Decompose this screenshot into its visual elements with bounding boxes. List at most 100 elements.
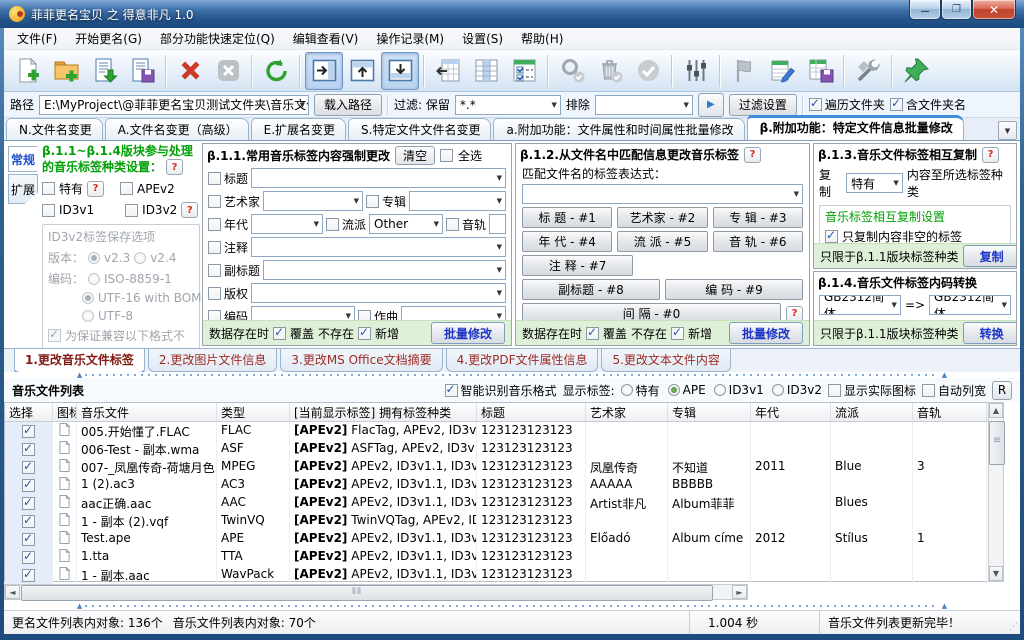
sub-tab-4[interactable]: 5.更改文本文件内容: [601, 349, 730, 372]
auto-column-width-checkbox[interactable]: [922, 384, 935, 397]
save-list-button[interactable]: [123, 52, 161, 90]
panel-bottom-button[interactable]: [381, 52, 419, 90]
column-header-2[interactable]: 音乐文件: [77, 403, 217, 421]
column-header-0[interactable]: 选择: [5, 403, 53, 421]
show-tag-特有-radio[interactable]: [621, 384, 633, 396]
main-tab-5[interactable]: β.附加功能：特定文件信息批量修改: [747, 115, 964, 140]
horizontal-scrollbar[interactable]: ◄ ►: [4, 584, 748, 600]
column-header-7[interactable]: 专辑: [668, 403, 751, 421]
b11-艺术家-combo[interactable]: [263, 191, 363, 211]
menu-item-3[interactable]: 编辑查看(V): [284, 27, 368, 50]
sliders-button[interactable]: [677, 52, 715, 90]
row-select-checkbox[interactable]: [22, 461, 35, 474]
panel-top-button[interactable]: [343, 52, 381, 90]
column-header-5[interactable]: 标题: [477, 403, 586, 421]
b11-batch-apply-button[interactable]: 批量修改: [431, 322, 505, 344]
apply-filter-button[interactable]: ▶: [698, 93, 724, 117]
main-tab-2[interactable]: E.扩展名变更: [251, 118, 346, 140]
table-row[interactable]: Test.apeAPE[APEv2] APEv2, ID3v1.1, ID3v2…: [5, 530, 1004, 548]
match-token-button[interactable]: 艺术家 - #2: [617, 207, 707, 228]
table-row[interactable]: 005.开始懂了.FLACFLAC[APEv2] FlacTag, APEv2,…: [5, 422, 1004, 440]
row-select-checkbox[interactable]: [22, 569, 35, 582]
table-row[interactable]: 007-_凤凰传奇-荷塘月色....MPEG[APEv2] APEv2, ID3…: [5, 458, 1004, 476]
help-icon[interactable]: [87, 181, 104, 197]
b11-流派-combo[interactable]: Other: [369, 214, 443, 234]
side-tab-extend[interactable]: 扩展: [8, 174, 38, 204]
pin-button[interactable]: [897, 52, 935, 90]
include-folder-name-checkbox[interactable]: [890, 98, 903, 111]
version-v23-radio[interactable]: [88, 252, 100, 264]
add-folder-button[interactable]: [47, 52, 85, 90]
b11-流派-checkbox[interactable]: [326, 218, 339, 231]
main-tab-0[interactable]: N.文件名变更: [6, 118, 103, 140]
tag-teyou-checkbox[interactable]: [42, 182, 55, 195]
expression-combo[interactable]: [522, 184, 803, 204]
encode-from-combo[interactable]: GB2312简体: [819, 295, 901, 315]
minimize-button[interactable]: [909, 0, 941, 20]
scroll-down-button[interactable]: ▼: [989, 566, 1003, 581]
compat-checkbox[interactable]: [48, 329, 61, 342]
match-token-button[interactable]: 专 辑 - #3: [713, 207, 803, 228]
check-circle-button[interactable]: [629, 52, 667, 90]
checklist-button[interactable]: [505, 52, 543, 90]
sub-tab-3[interactable]: 4.更改PDF文件属性信息: [446, 349, 599, 372]
tag-apev2-checkbox[interactable]: [120, 182, 133, 195]
main-tab-3[interactable]: S.特定文件文件名变更: [348, 118, 491, 140]
table-row[interactable]: 1 - 副本.aacWavPack[APEv2] APEv2, ID3v1.1,…: [5, 566, 1004, 584]
table-insert-button[interactable]: [429, 52, 467, 90]
b11-专辑-checkbox[interactable]: [366, 195, 379, 208]
trash-check-button[interactable]: [591, 52, 629, 90]
match-token-button[interactable]: 编 码 - #9: [665, 279, 803, 300]
main-tab-4[interactable]: a.附加功能：文件属性和时间属性批量修改: [493, 118, 744, 140]
search-check-button[interactable]: [553, 52, 591, 90]
encode-to-combo[interactable]: GB2312简体: [929, 295, 1011, 315]
match-token-button[interactable]: 注 释 - #7: [522, 255, 633, 276]
tab-overflow-button[interactable]: ▼: [998, 121, 1017, 140]
flag-button[interactable]: [725, 52, 763, 90]
column-header-6[interactable]: 艺术家: [586, 403, 668, 421]
table-edit-button[interactable]: [763, 52, 801, 90]
copy-button[interactable]: 复制: [963, 245, 1017, 267]
row-select-checkbox[interactable]: [22, 497, 35, 510]
table-row[interactable]: aac正确.aacAAC[APEv2] APEv2, ID3v1.1, ID3v…: [5, 494, 1004, 512]
close-button[interactable]: [972, 0, 1016, 20]
menu-item-1[interactable]: 开始更名(G): [66, 27, 151, 50]
sub-tab-2[interactable]: 3.更改MS Office文档摘要: [280, 349, 442, 372]
help-icon[interactable]: [744, 147, 761, 163]
column-header-10[interactable]: 音轨: [913, 403, 987, 421]
new-file-button[interactable]: [9, 52, 47, 90]
tools-button[interactable]: [849, 52, 887, 90]
help-icon[interactable]: [982, 147, 999, 163]
horizontal-splitter[interactable]: ▲ ▲: [4, 602, 1020, 610]
tag-id3v1-checkbox[interactable]: [42, 204, 55, 217]
smart-detect-checkbox[interactable]: [445, 384, 458, 397]
load-path-button[interactable]: 载入路径: [314, 94, 382, 116]
match-token-button[interactable]: 流 派 - #5: [617, 231, 707, 252]
filter-settings-button[interactable]: 过滤设置: [729, 94, 797, 116]
row-select-checkbox[interactable]: [22, 551, 35, 564]
b11-注释-checkbox[interactable]: [208, 241, 221, 254]
select-all-checkbox[interactable]: [440, 149, 453, 162]
import-list-button[interactable]: [85, 52, 123, 90]
copy-nonempty-checkbox[interactable]: [825, 230, 838, 243]
traverse-folders-checkbox[interactable]: [809, 98, 822, 111]
column-header-9[interactable]: 流派: [831, 403, 913, 421]
b11-标题-combo[interactable]: [251, 168, 506, 188]
horizontal-scroll-thumb[interactable]: [21, 585, 713, 601]
exclude-combo[interactable]: [595, 95, 693, 115]
row-select-checkbox[interactable]: [22, 443, 35, 456]
encoding-iso-radio[interactable]: [88, 273, 100, 285]
column-header-4[interactable]: [当前显示标签] 拥有标签种类: [290, 403, 477, 421]
scroll-left-button[interactable]: ◄: [5, 585, 20, 599]
b11-副标题-checkbox[interactable]: [208, 264, 221, 277]
vertical-scroll-thumb[interactable]: [989, 421, 1005, 465]
path-combo[interactable]: E:\MyProject\@菲菲更名宝贝测试文件夹\音乐文件: [39, 95, 309, 115]
scroll-right-button[interactable]: ►: [732, 585, 747, 599]
menu-item-2[interactable]: 部分功能快速定位(Q): [151, 27, 284, 50]
scroll-up-button[interactable]: ▲: [989, 403, 1003, 418]
encoding-utf8-radio[interactable]: [82, 310, 94, 322]
vertical-scrollbar[interactable]: ▲ ▼: [988, 402, 1004, 582]
b11-注释-combo[interactable]: [251, 237, 506, 257]
show-tag-APE-radio[interactable]: [668, 384, 680, 396]
help-icon[interactable]: [166, 159, 183, 175]
